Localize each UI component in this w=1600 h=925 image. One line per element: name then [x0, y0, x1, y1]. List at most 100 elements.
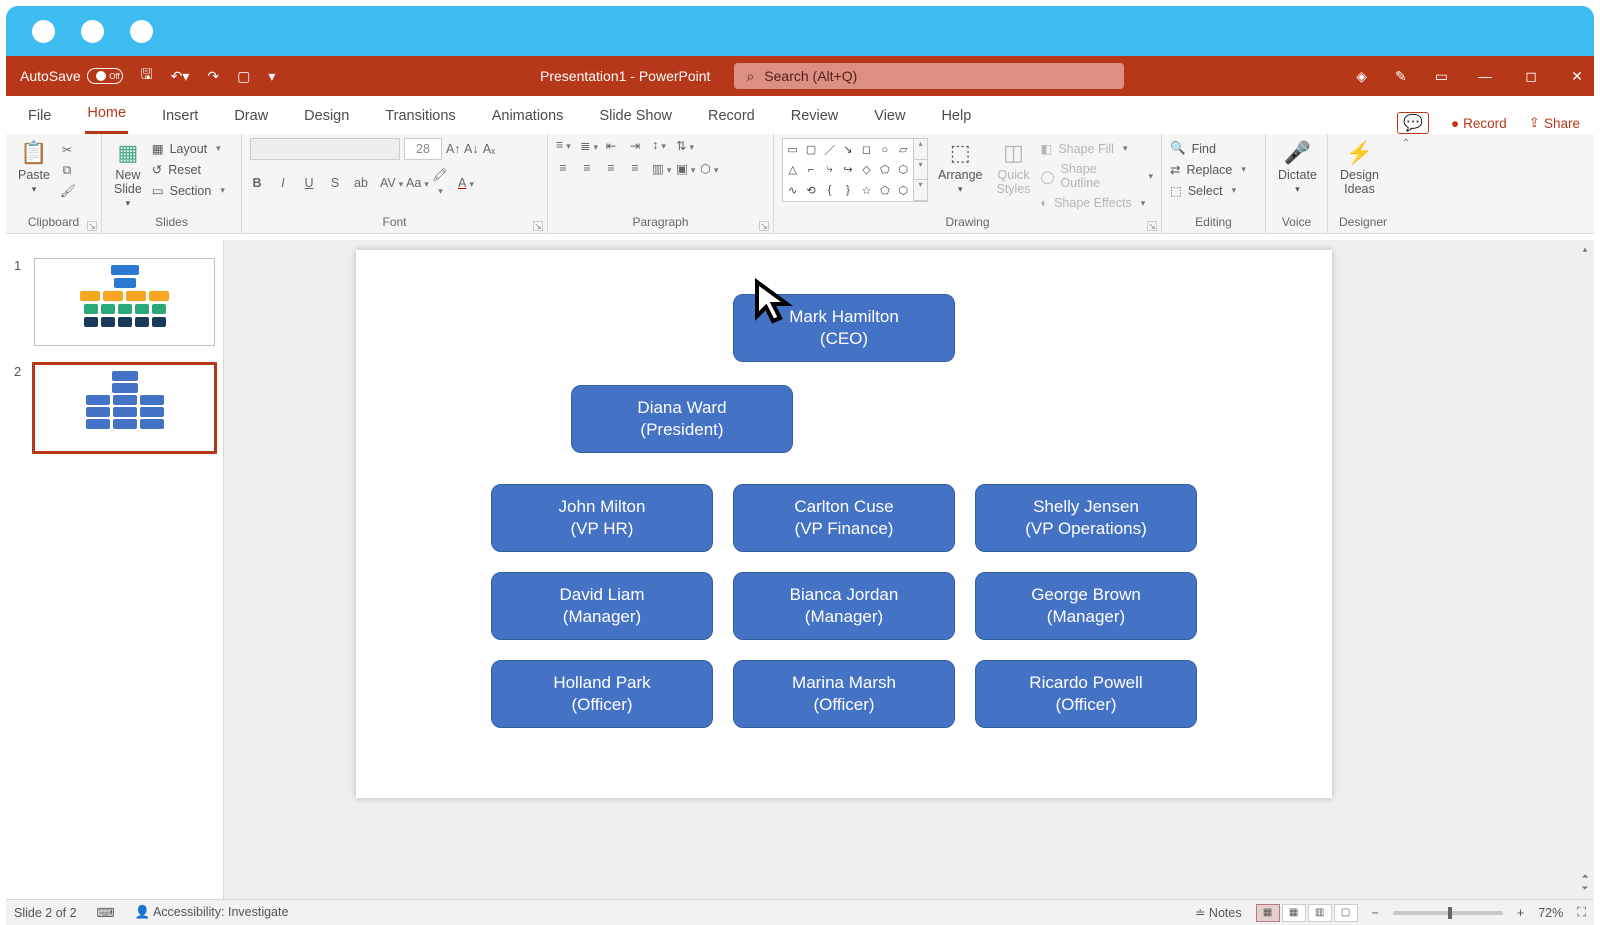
thumbnail-pane[interactable]: 1: [6, 240, 224, 899]
shadow-icon[interactable]: ab: [354, 176, 368, 190]
find-button[interactable]: 🔍 Find: [1170, 140, 1216, 157]
smartart-icon[interactable]: ⬡: [700, 161, 714, 176]
section-button[interactable]: ▭ Section: [152, 182, 225, 199]
zoom-out-icon[interactable]: −: [1372, 906, 1379, 920]
tab-animations[interactable]: Animations: [490, 100, 566, 134]
shapes-gallery[interactable]: ▭▢／↘◻○▱ △⌐⤷↪◇⬠⬡ ∿⟲{}☆⬠⬡: [782, 138, 914, 202]
mac-minimize-dot[interactable]: [81, 20, 104, 43]
undo-icon[interactable]: ↶▾: [171, 68, 190, 85]
numbering-icon[interactable]: ≣: [580, 138, 594, 153]
increase-font-icon[interactable]: A↑: [446, 142, 460, 156]
zoom-in-icon[interactable]: +: [1517, 906, 1524, 920]
org-box-vp-hr[interactable]: John Milton(VP HR): [491, 484, 713, 552]
strike-icon[interactable]: S: [328, 176, 342, 190]
tab-transitions[interactable]: Transitions: [383, 100, 457, 134]
text-direction-icon[interactable]: ⇅: [676, 138, 690, 153]
org-box-officer-3[interactable]: Ricardo Powell(Officer): [975, 660, 1197, 728]
highlight-icon[interactable]: 🖍: [432, 168, 446, 197]
shape-fill-button[interactable]: ◧ Shape Fill: [1041, 140, 1153, 157]
notes-button[interactable]: ≐ Notes: [1195, 905, 1242, 920]
copy-icon[interactable]: ⧉: [60, 163, 74, 178]
maximize-button[interactable]: ◻: [1522, 68, 1540, 85]
zoom-level[interactable]: 72%: [1538, 906, 1563, 920]
align-right-icon[interactable]: ≡: [604, 161, 618, 176]
paste-button[interactable]: 📋 Paste ▾: [14, 138, 54, 197]
font-family-select[interactable]: [250, 138, 400, 160]
slide-thumbnail-2[interactable]: [34, 364, 215, 452]
redo-icon[interactable]: ↷: [207, 68, 219, 85]
increase-indent-icon[interactable]: ⇥: [628, 138, 642, 153]
layout-button[interactable]: ▦ Layout: [152, 140, 225, 157]
char-spacing-icon[interactable]: AV: [380, 176, 394, 190]
qat-more-icon[interactable]: ▾: [268, 68, 275, 85]
clear-format-icon[interactable]: Aₓ: [482, 142, 496, 156]
paragraph-launcher[interactable]: ↘: [759, 221, 769, 231]
format-painter-icon[interactable]: 🖌: [60, 184, 74, 199]
font-launcher[interactable]: ↘: [533, 221, 543, 231]
vertical-scrollbar[interactable]: ▴ ⏶ ⏷: [1578, 244, 1592, 895]
tab-file[interactable]: File: [26, 100, 53, 134]
font-color-icon[interactable]: A: [458, 176, 472, 190]
org-box-mgr-2[interactable]: Bianca Jordan(Manager): [733, 572, 955, 640]
org-box-officer-1[interactable]: Holland Park(Officer): [491, 660, 713, 728]
drawing-launcher[interactable]: ↘: [1147, 221, 1157, 231]
clipboard-launcher[interactable]: ↘: [87, 221, 97, 231]
shapes-scroll[interactable]: ▴▾▾: [914, 138, 928, 202]
close-button[interactable]: ✕: [1568, 68, 1586, 85]
tab-home[interactable]: Home: [85, 97, 128, 134]
brush-icon[interactable]: ✎: [1395, 68, 1407, 85]
tab-help[interactable]: Help: [939, 100, 973, 134]
autosave-toggle[interactable]: Off: [87, 68, 123, 84]
select-button[interactable]: ⬚ Select: [1170, 182, 1236, 199]
bullets-icon[interactable]: ≡: [556, 138, 570, 153]
zoom-slider[interactable]: [1393, 911, 1503, 915]
tab-view[interactable]: View: [872, 100, 907, 134]
tab-draw[interactable]: Draw: [232, 100, 270, 134]
tab-insert[interactable]: Insert: [160, 100, 200, 134]
shape-effects-button[interactable]: ◐ Shape Effects: [1041, 195, 1153, 211]
slide-canvas[interactable]: Mark Hamilton (CEO) Diana Ward (Presiden…: [356, 250, 1332, 798]
shape-outline-button[interactable]: ◯ Shape Outline: [1041, 161, 1153, 191]
font-size-select[interactable]: 28: [404, 138, 442, 160]
ribbon-display-icon[interactable]: ▭: [1435, 68, 1448, 85]
new-slide-button[interactable]: ▦ New Slide ▾: [110, 138, 146, 211]
prev-slide-icon[interactable]: ⏶: [1578, 871, 1592, 883]
align-text-icon[interactable]: ▣: [676, 161, 690, 176]
reset-button[interactable]: ↺ Reset: [152, 161, 225, 178]
slide-counter[interactable]: Slide 2 of 2: [14, 906, 77, 920]
save-icon[interactable]: 🖫: [141, 64, 153, 88]
language-icon[interactable]: ⌨: [97, 905, 115, 920]
italic-icon[interactable]: I: [276, 176, 290, 190]
collapse-ribbon-icon[interactable]: ⌃: [1402, 138, 1410, 149]
align-left-icon[interactable]: ≡: [556, 161, 570, 176]
slide-thumbnail-1[interactable]: [34, 258, 215, 346]
minimize-button[interactable]: —: [1476, 68, 1494, 84]
design-ideas-button[interactable]: ⚡ Design Ideas: [1336, 138, 1383, 198]
mac-zoom-dot[interactable]: [130, 20, 153, 43]
record-button[interactable]: ● Record: [1451, 116, 1507, 131]
align-center-icon[interactable]: ≡: [580, 161, 594, 176]
replace-button[interactable]: ⇄ Replace: [1170, 161, 1246, 178]
search-input[interactable]: ⌕ Search (Alt+Q): [734, 63, 1124, 89]
org-box-president[interactable]: Diana Ward (President): [571, 385, 793, 453]
org-box-vp-finance[interactable]: Carlton Cuse(VP Finance): [733, 484, 955, 552]
share-button[interactable]: ⇪ Share: [1529, 115, 1580, 131]
org-box-mgr-3[interactable]: George Brown(Manager): [975, 572, 1197, 640]
fit-window-icon[interactable]: ⛶: [1577, 905, 1586, 920]
next-slide-icon[interactable]: ⏷: [1578, 883, 1592, 895]
columns-icon[interactable]: ▥: [652, 161, 666, 176]
tab-design[interactable]: Design: [302, 100, 351, 134]
org-box-mgr-1[interactable]: David Liam(Manager): [491, 572, 713, 640]
tab-slideshow[interactable]: Slide Show: [597, 100, 674, 134]
change-case-icon[interactable]: Aa: [406, 176, 420, 190]
diamond-icon[interactable]: ◈: [1356, 68, 1367, 85]
line-spacing-icon[interactable]: ↕: [652, 138, 666, 153]
tab-review[interactable]: Review: [789, 100, 841, 134]
arrange-button[interactable]: ⬚ Arrange▾: [934, 138, 986, 197]
mac-close-dot[interactable]: [32, 20, 55, 43]
justify-icon[interactable]: ≡: [628, 161, 642, 176]
accessibility-status[interactable]: 👤 Accessibility: Investigate: [135, 905, 289, 920]
tab-record[interactable]: Record: [706, 100, 757, 134]
decrease-font-icon[interactable]: A↓: [464, 142, 478, 156]
present-icon[interactable]: ▢: [237, 68, 250, 85]
